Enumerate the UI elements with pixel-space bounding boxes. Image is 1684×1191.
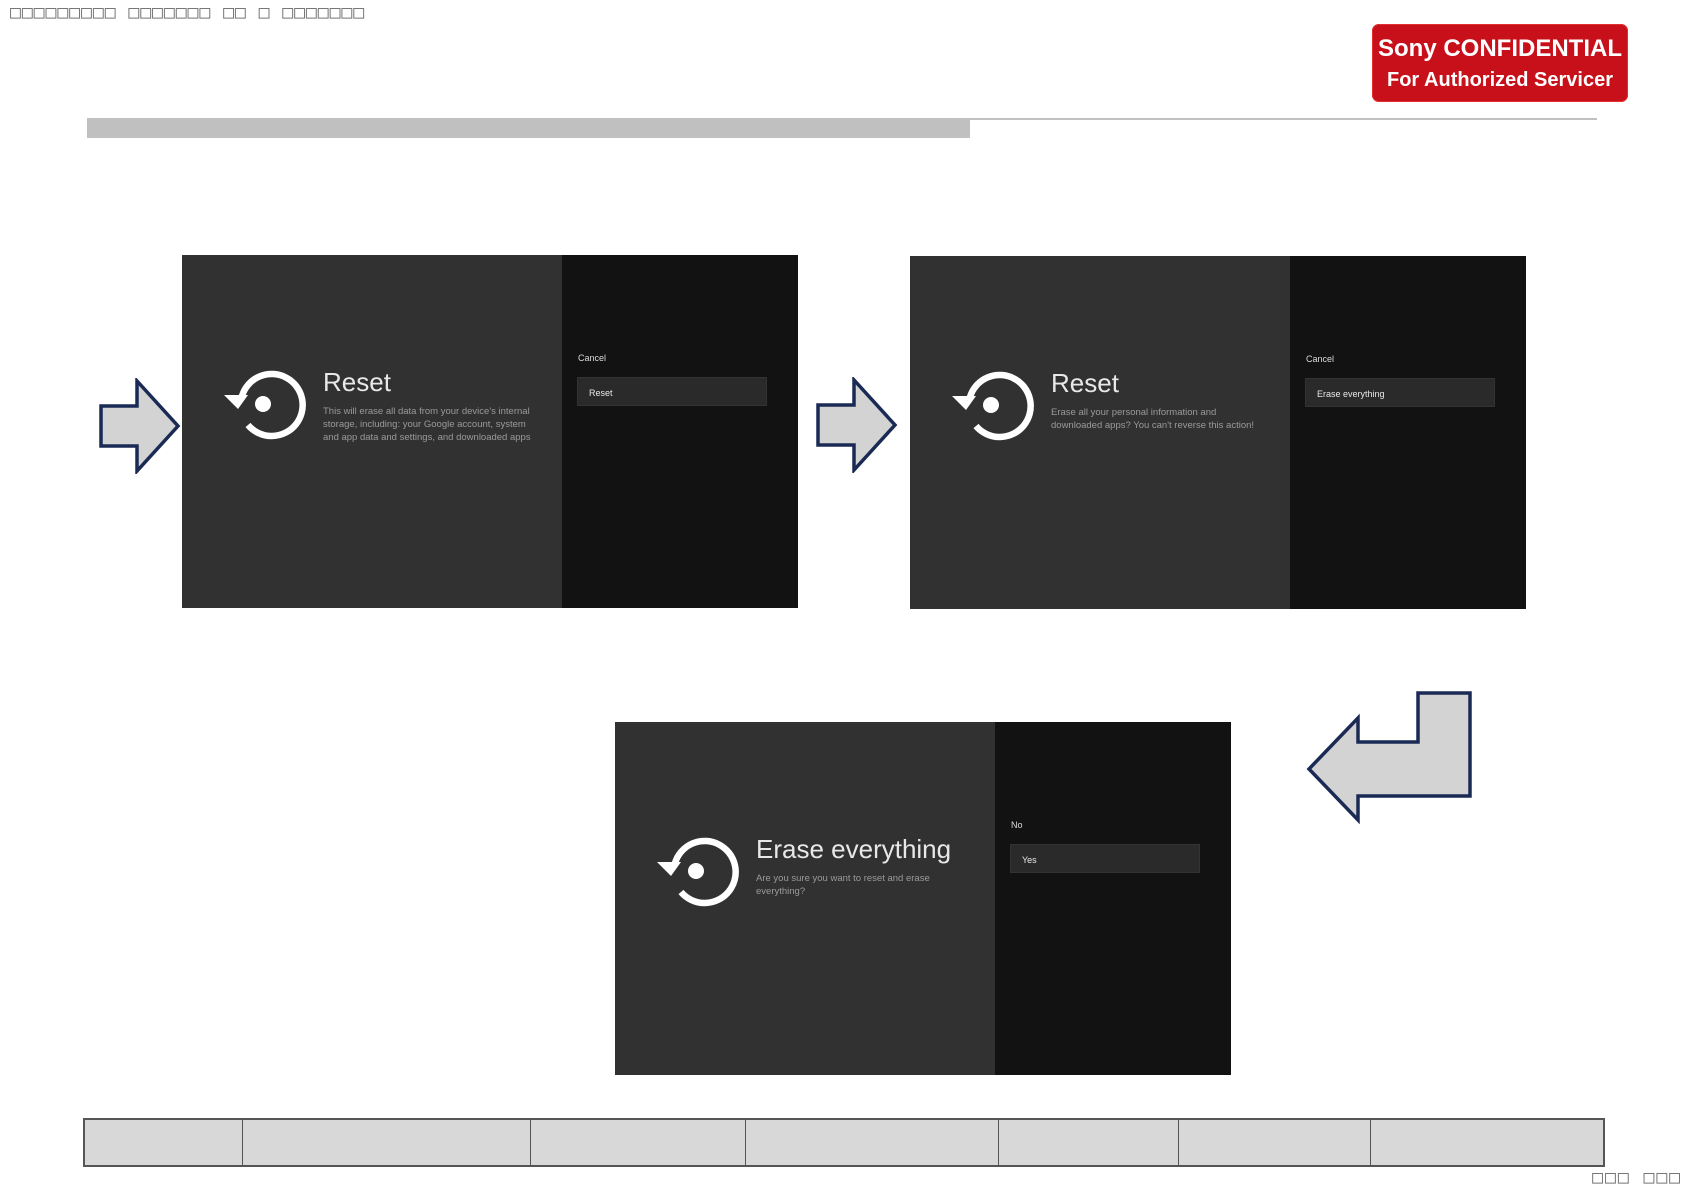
page-number: □□□ □□□ <box>1592 1167 1682 1188</box>
header-text: □□□□□□□□□ □□□□□□□ □□ □ □□□□□□□ <box>10 2 366 23</box>
confidential-line-2: For Authorized Servicer <box>1387 69 1613 91</box>
options-panel: No Yes <box>995 722 1231 1075</box>
cancel-option[interactable]: Cancel <box>578 353 606 363</box>
screen-title: Erase everything <box>756 834 952 864</box>
footer-cell <box>745 1118 1000 1167</box>
erase-everything-option[interactable]: Erase everything <box>1305 378 1495 407</box>
reset-restore-icon <box>224 370 306 440</box>
no-option[interactable]: No <box>1011 820 1023 830</box>
erase-confirm-screen: No Yes Erase everything Are you sure you… <box>615 722 1231 1075</box>
table-row <box>83 1118 1605 1167</box>
reset-restore-icon <box>657 837 739 907</box>
footer-cell <box>529 1118 747 1167</box>
screen-description: Are you sure you want to reset and erase… <box>756 873 930 897</box>
reset-restore-icon <box>952 371 1034 441</box>
return-left-arrow-icon <box>1306 691 1472 824</box>
options-panel: Cancel Reset <box>562 255 798 608</box>
reset-screen-2: Cancel Erase everything Reset Erase all … <box>910 256 1526 609</box>
footer-table <box>83 1118 1605 1167</box>
footer-cell <box>1178 1118 1372 1167</box>
footer-cell <box>83 1118 244 1167</box>
footer-cell <box>998 1118 1180 1167</box>
footer-cell <box>1370 1118 1605 1167</box>
reset-option[interactable]: Reset <box>577 377 767 406</box>
right-arrow-icon <box>99 378 181 474</box>
footer-cell <box>242 1118 531 1167</box>
screen-title: Reset <box>1051 368 1119 398</box>
header-bar <box>87 118 970 138</box>
yes-option[interactable]: Yes <box>1010 844 1200 873</box>
options-panel: Cancel Erase everything <box>1290 256 1526 609</box>
screen-description: This will erase all data from your devic… <box>323 406 531 443</box>
confidential-badge: Sony CONFIDENTIAL For Authorized Service… <box>1372 24 1628 102</box>
reset-screen-1: Cancel Reset Reset This will erase all d… <box>182 255 798 608</box>
right-arrow-icon <box>816 377 898 473</box>
confidential-line-1: Sony CONFIDENTIAL <box>1378 35 1622 62</box>
cancel-option[interactable]: Cancel <box>1306 354 1334 364</box>
screen-description: Erase all your personal information and … <box>1051 407 1255 431</box>
screen-title: Reset <box>323 367 391 397</box>
